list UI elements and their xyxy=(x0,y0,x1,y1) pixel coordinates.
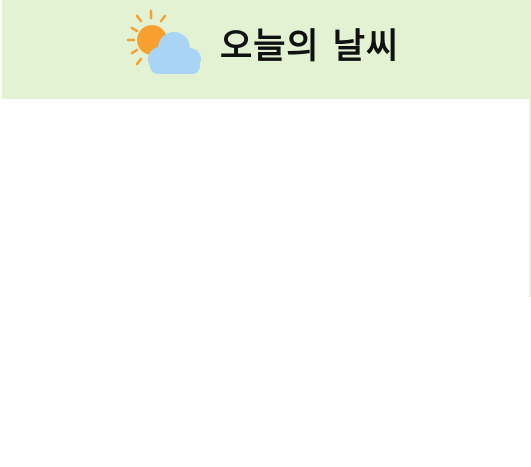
page-title: 오늘의 날씨 xyxy=(220,26,400,67)
sun-behind-cloud-icon xyxy=(126,9,201,74)
weather-page: 오늘의 날씨 xyxy=(0,0,531,467)
app-header: 오늘의 날씨 xyxy=(2,0,531,99)
header-brand: 오늘의 날씨 xyxy=(124,8,399,80)
